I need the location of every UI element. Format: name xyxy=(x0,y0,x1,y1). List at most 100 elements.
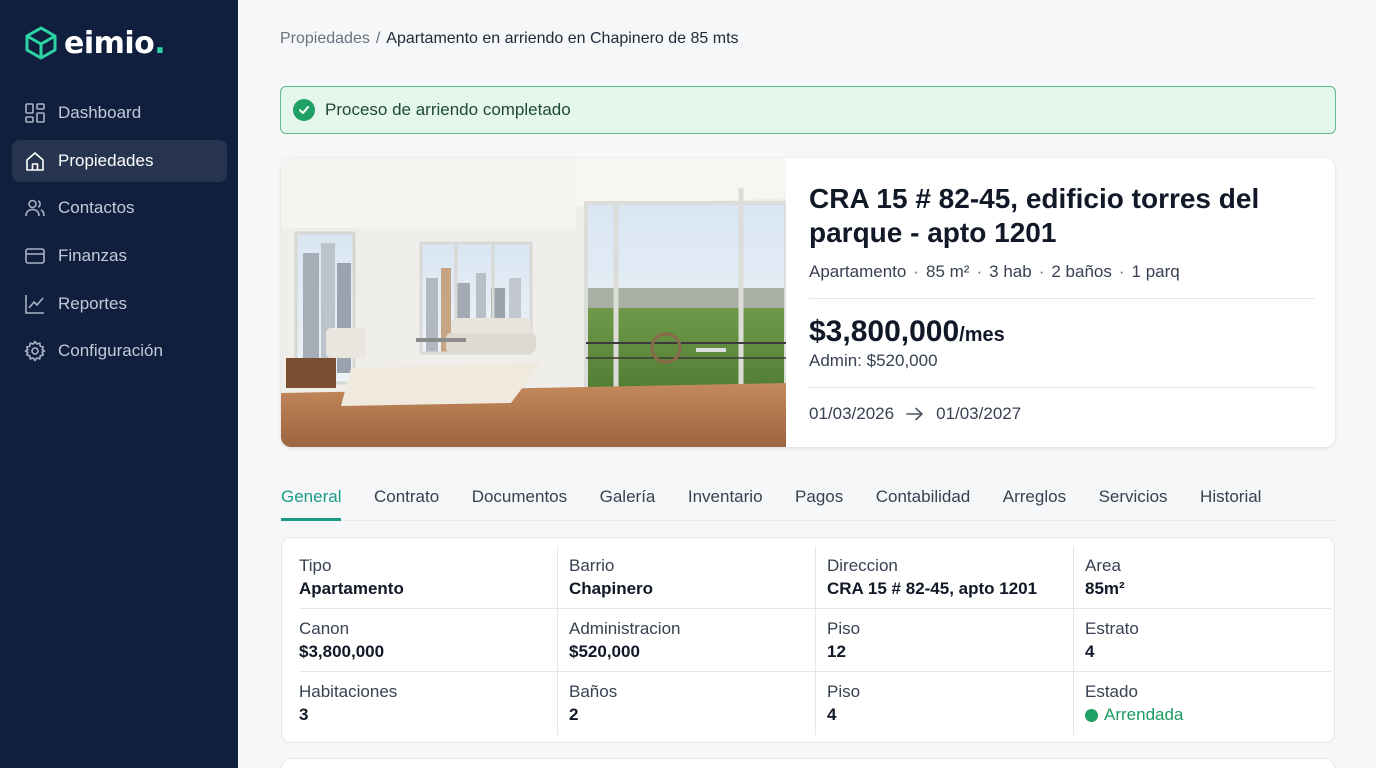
breadcrumb-separator: / xyxy=(375,30,381,47)
details-grid: Tipo Apartamento Barrio Chapinero Direccio… xyxy=(299,546,1331,735)
detail-cell: Direccion CRA 15 # 82-45, apto 1201 xyxy=(815,546,1073,609)
tab-inventario[interactable]: Inventario xyxy=(688,476,763,521)
price-row: $3,800,000/mes xyxy=(809,315,1315,349)
spec-type: Apartamento xyxy=(809,262,907,281)
detail-cell: Piso 4 xyxy=(815,672,1073,735)
sidebar-item-label: Propiedades xyxy=(58,150,154,170)
credit-card-icon xyxy=(25,248,45,264)
rent-price: $3,800,000 xyxy=(809,315,960,348)
spec-separator: · xyxy=(913,262,920,281)
success-alert: Proceso de arriendo completado xyxy=(280,86,1336,134)
rent-period: /mes xyxy=(959,324,1005,346)
detail-value: Chapinero xyxy=(569,579,654,598)
property-specs: Apartamento · 85 m² · 3 hab · 2 baños · 1 parq xyxy=(809,262,1315,282)
detail-value: 2 xyxy=(569,705,579,724)
detail-cell: Baños 2 xyxy=(557,672,815,735)
breadcrumb: Propiedades / Apartamento en arriendo en C… xyxy=(280,30,739,48)
sidebar-item-label: Reportes xyxy=(58,293,127,313)
detail-value: $3,800,000 xyxy=(299,642,385,661)
detail-cell: Tipo Apartamento xyxy=(299,546,557,609)
spec-separator: · xyxy=(1118,262,1125,281)
detail-cell: Estrato 4 xyxy=(1073,609,1331,672)
spec-parking: 1 parq xyxy=(1131,262,1180,281)
users-icon xyxy=(25,200,45,217)
status-badge: Arrendada xyxy=(1085,705,1331,725)
tab-contrato[interactable]: Contrato xyxy=(374,476,439,521)
property-photo[interactable] xyxy=(281,158,786,447)
status-text: Arrendada xyxy=(1104,705,1184,724)
lease-dates: 01/03/2026 01/03/2027 xyxy=(809,404,1315,424)
check-circle-icon xyxy=(293,99,315,121)
detail-value: 85m² xyxy=(1085,579,1125,598)
sidebar-item-label: Finanzas xyxy=(58,246,127,266)
breadcrumb-current: Apartamento en arriendo en Chapinero de … xyxy=(386,30,739,47)
sidebar-item-label: Configuración xyxy=(58,341,163,361)
spec-separator: · xyxy=(976,262,983,281)
tab-general[interactable]: General xyxy=(281,476,342,521)
spec-separator: · xyxy=(1038,262,1045,281)
sidebar-item-dashboard[interactable]: Dashboard xyxy=(12,92,227,134)
detail-cell: Estado Arrendada xyxy=(1073,672,1331,735)
detail-cell: Piso 12 xyxy=(815,609,1073,672)
detail-value: 4 xyxy=(827,705,837,724)
detail-label: Piso xyxy=(827,682,861,701)
spec-baths: 2 baños xyxy=(1051,262,1112,281)
spec-area: 85 m² xyxy=(926,262,970,281)
tab-galeria[interactable]: Galería xyxy=(600,476,656,521)
logo-icon xyxy=(25,26,57,60)
tab-pagos[interactable]: Pagos xyxy=(795,476,843,521)
dashboard-icon xyxy=(25,103,45,123)
sidebar-item-label: Dashboard xyxy=(58,103,142,122)
lease-start-date: 01/03/2026 xyxy=(809,404,895,423)
detail-label: Piso xyxy=(827,619,861,638)
tab-historial[interactable]: Historial xyxy=(1200,476,1261,521)
detail-label: Area xyxy=(1085,556,1121,575)
property-card: CRA 15 # 82-45, edificio torres del parq… xyxy=(281,158,1335,447)
sidebar-item-label: Contactos xyxy=(58,198,135,218)
detail-label: Baños xyxy=(569,682,618,701)
details-panel: Tipo Apartamento Barrio Chapinero Direccio… xyxy=(281,537,1335,743)
tab-servicios[interactable]: Servicios xyxy=(1099,476,1168,521)
sidebar-item-finanzas[interactable]: Finanzas xyxy=(12,235,227,277)
breadcrumb-parent-link[interactable]: Propiedades xyxy=(280,30,370,47)
chart-line-icon xyxy=(25,294,44,314)
alert-text: Proceso de arriendo completado xyxy=(325,100,571,119)
tab-bar: General Contrato Documentos Galería Inve… xyxy=(281,476,1335,521)
property-info: CRA 15 # 82-45, edificio torres del parq… xyxy=(809,182,1315,424)
sidebar-item-configuracion[interactable]: Configuración xyxy=(12,330,227,372)
detail-label: Direccion xyxy=(827,556,898,575)
detail-label: Estrato xyxy=(1085,619,1139,638)
lease-end-date: 01/03/2027 xyxy=(936,404,1022,423)
divider xyxy=(809,298,1315,299)
detail-label: Habitaciones xyxy=(299,682,398,701)
detail-value: 12 xyxy=(827,642,846,661)
divider xyxy=(809,387,1315,388)
sidebar-item-reportes[interactable]: Reportes xyxy=(12,283,227,325)
sidebar: eimio. Dashboard Propiedades Contactos F… xyxy=(0,0,238,768)
arrow-right-icon xyxy=(906,407,923,421)
detail-value: CRA 15 # 82-45, apto 1201 xyxy=(827,579,1038,598)
detail-cell: Habitaciones 3 xyxy=(299,672,557,735)
detail-label: Estado xyxy=(1085,682,1138,701)
detail-cell: Barrio Chapinero xyxy=(557,546,815,609)
next-section-card xyxy=(281,758,1335,768)
detail-cell: Canon $3,800,000 xyxy=(299,609,557,672)
detail-label: Administracion xyxy=(569,619,681,638)
detail-value: 3 xyxy=(299,705,309,724)
detail-value: $520,000 xyxy=(569,642,640,661)
detail-label: Tipo xyxy=(299,556,332,575)
tab-contabilidad[interactable]: Contabilidad xyxy=(876,476,971,521)
detail-label: Canon xyxy=(299,619,350,638)
tab-arreglos[interactable]: Arreglos xyxy=(1003,476,1066,521)
logo-text: eimio. xyxy=(64,25,166,61)
property-address: CRA 15 # 82-45, edificio torres del parq… xyxy=(809,183,1260,248)
detail-cell: Area 85m² xyxy=(1073,546,1331,609)
logo[interactable]: eimio. xyxy=(24,24,166,62)
sidebar-item-propiedades[interactable]: Propiedades xyxy=(12,139,227,182)
detail-value: Apartamento xyxy=(299,579,404,598)
home-icon xyxy=(26,151,44,171)
admin-fee: Admin: $520,000 xyxy=(809,351,938,370)
tab-documentos[interactable]: Documentos xyxy=(472,476,567,521)
sidebar-item-contactos[interactable]: Contactos xyxy=(12,187,227,229)
detail-label: Barrio xyxy=(569,556,615,575)
